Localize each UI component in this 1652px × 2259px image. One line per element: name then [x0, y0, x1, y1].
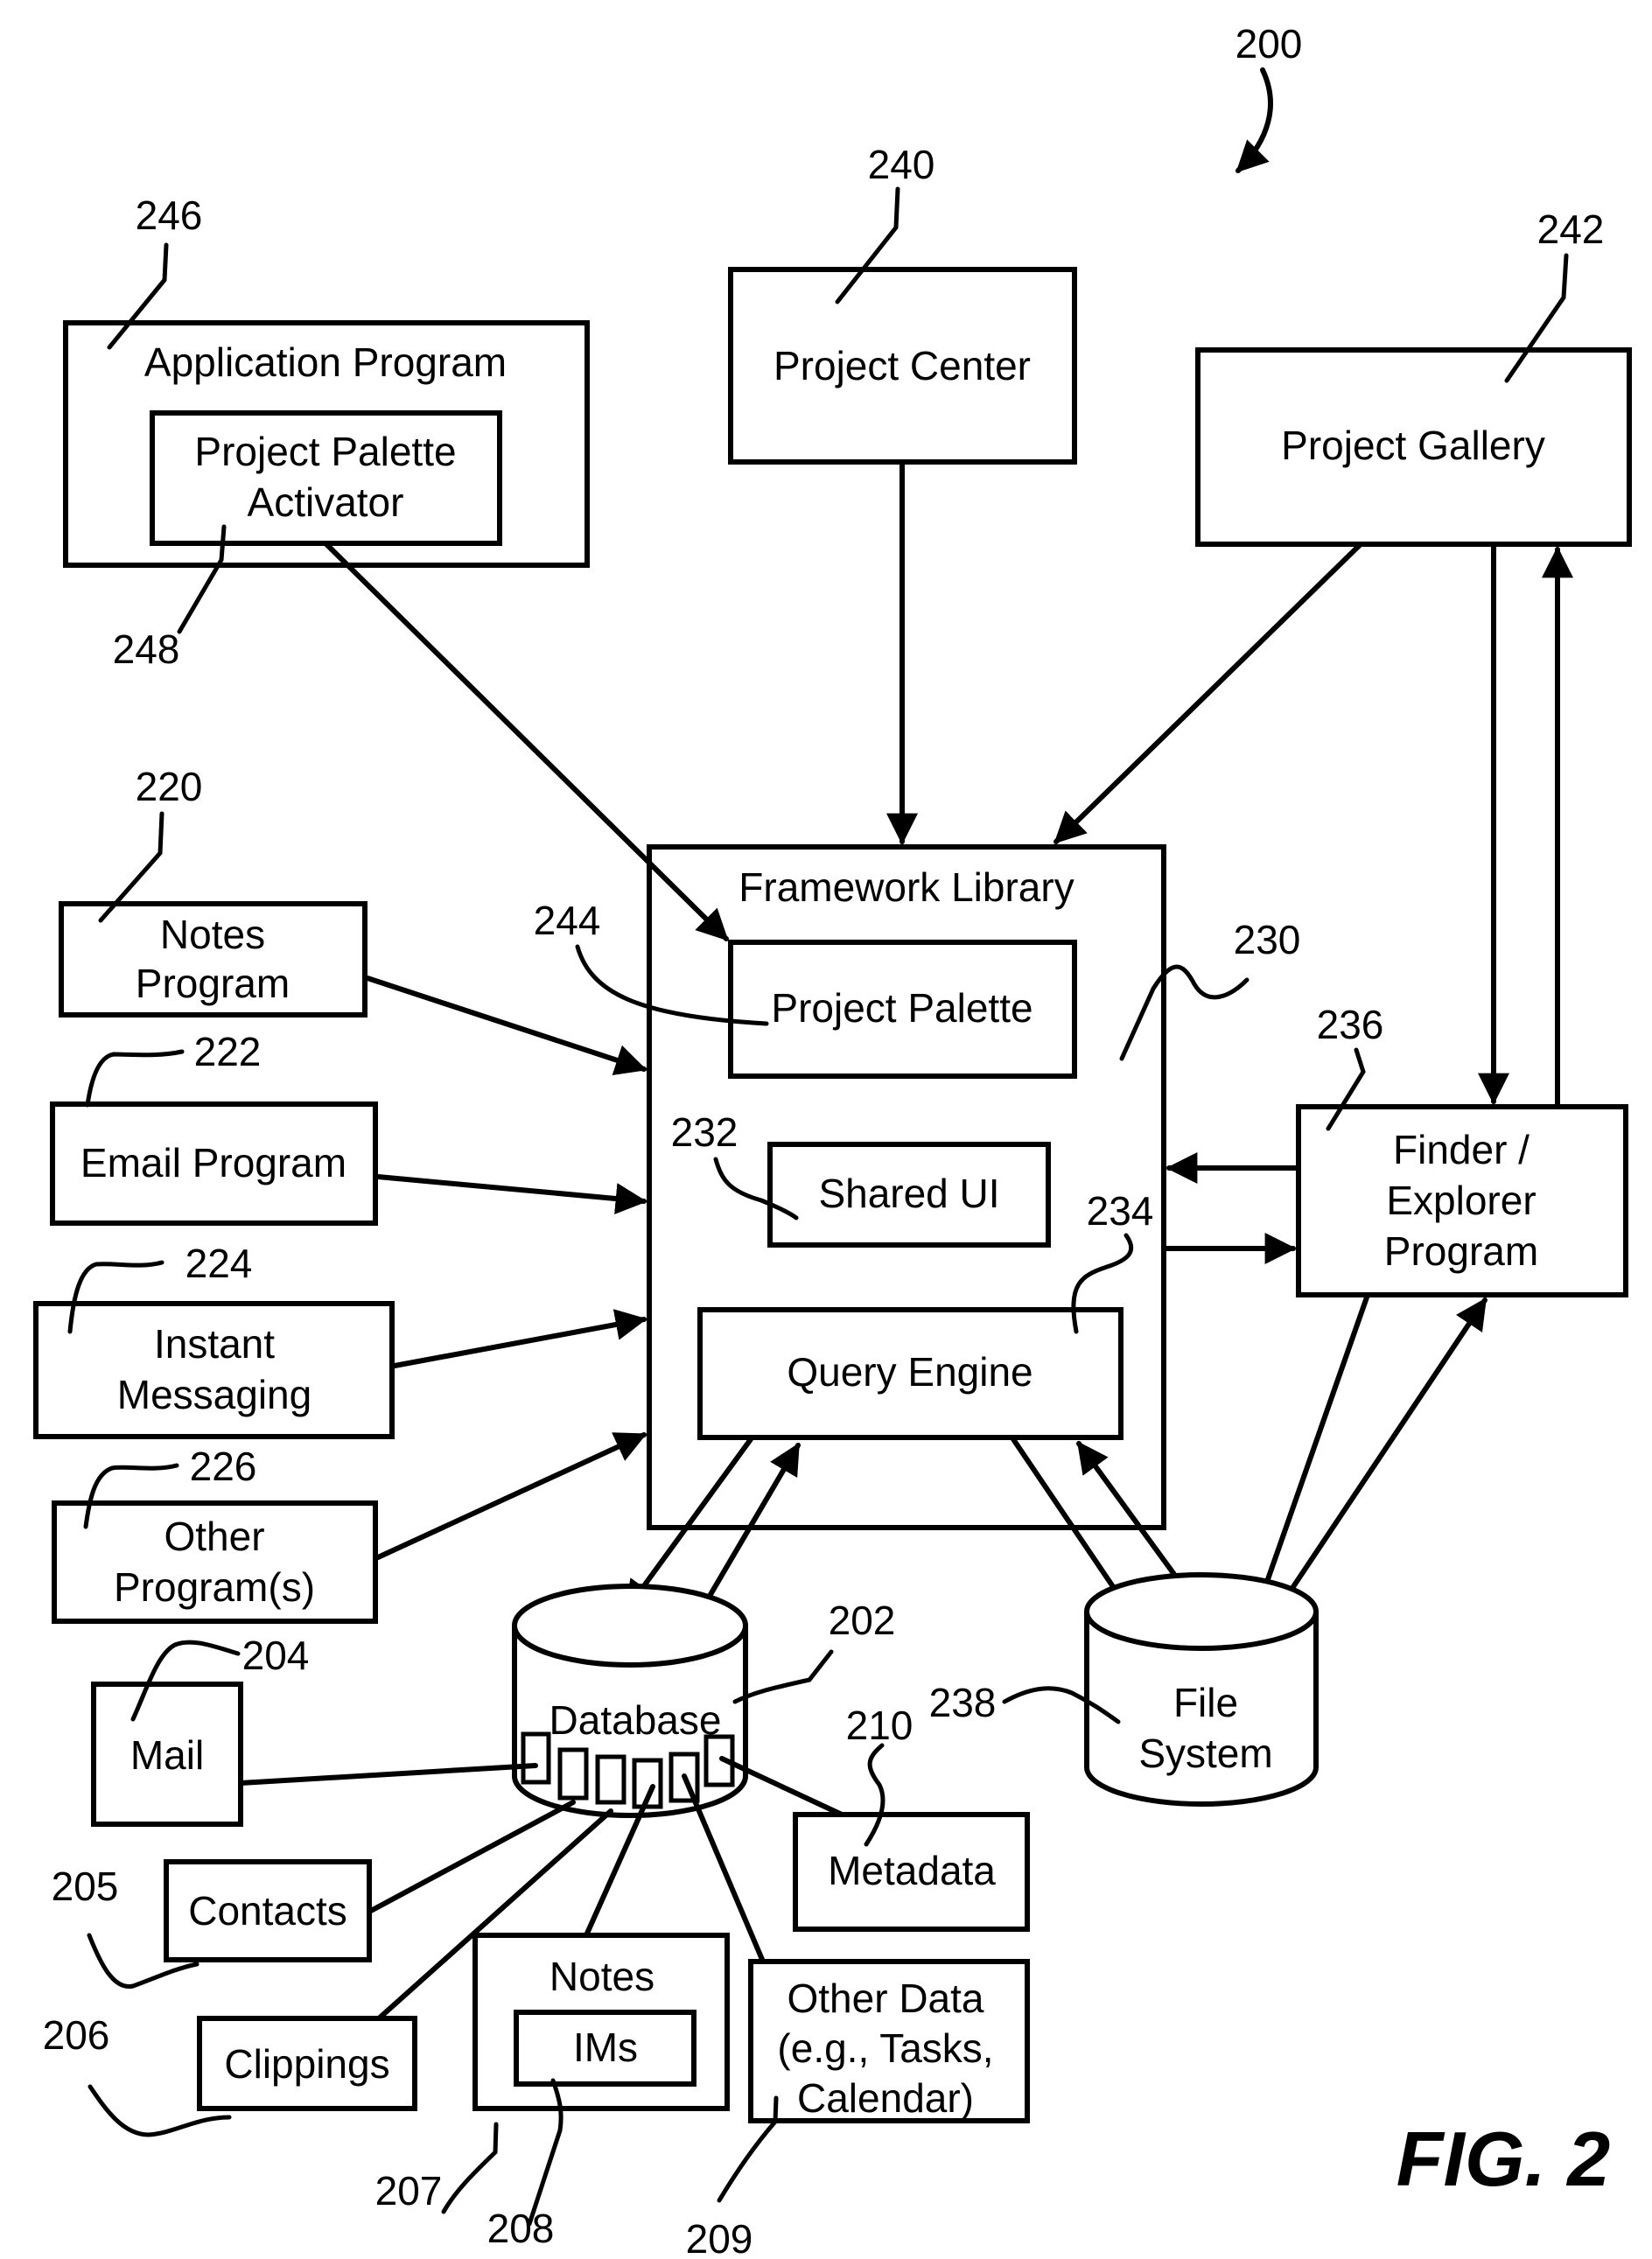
shared-ui-node[interactable]: Shared UI [767, 1142, 1051, 1248]
other-programs-label-line1: Other [164, 1514, 264, 1559]
link-contacts-database [367, 1800, 576, 1914]
email-program-node[interactable]: Email Program [50, 1102, 378, 1226]
ref-label-248: 248 [113, 626, 180, 672]
ref-label-232: 232 [671, 1109, 738, 1155]
clippings-label: Clippings [224, 2041, 389, 2087]
system-ref-200: 200 [1236, 21, 1303, 173]
query-engine-node[interactable]: Query Engine [697, 1307, 1124, 1440]
other-programs-node[interactable]: Other Program(s) [52, 1500, 378, 1624]
ref-label-202: 202 [829, 1598, 896, 1643]
arrow-notes-to-framework [365, 976, 648, 1075]
database-slot-clippings [595, 1754, 626, 1805]
mail-label: Mail [130, 1732, 204, 1778]
system-pointer-arrow [1236, 67, 1273, 173]
notes-program-label-line2: Program [136, 961, 290, 1006]
ref-label-230: 230 [1234, 917, 1301, 962]
project-palette-node[interactable]: Project Palette [728, 940, 1077, 1079]
application-program-label: Application Program [144, 339, 507, 385]
other-data-label-line3: Calendar) [797, 2075, 974, 2121]
arrow-email-to-framework [375, 1174, 648, 1214]
ref-label-207: 207 [375, 2168, 443, 2214]
diagram-canvas: 200 Application Program Project Palette … [33, 21, 1632, 2259]
arrow-filesystem-to-finder [1270, 1297, 1488, 1619]
ref-label-234: 234 [1087, 1188, 1154, 1234]
ref-label-242: 242 [1537, 206, 1605, 252]
database-cylinder-top[interactable] [512, 1584, 748, 1668]
ref-label-244: 244 [534, 898, 601, 943]
finder-explorer-node[interactable]: Finder / Explorer Program [1296, 1104, 1628, 1297]
ref-label-204: 204 [242, 1633, 310, 1678]
database-slot-contacts [557, 1747, 589, 1801]
arrow-other-to-framework [375, 1432, 648, 1560]
project-gallery-label: Project Gallery [1281, 423, 1545, 468]
metadata-node[interactable]: Metadata [793, 1812, 1030, 1932]
leader-207 [441, 2122, 499, 2214]
finder-explorer-label-line3: Program [1384, 1228, 1538, 1274]
instant-messaging-node[interactable]: Instant Messaging [33, 1301, 395, 1439]
other-programs-label-line2: Program(s) [114, 1564, 315, 1610]
metadata-label: Metadata [828, 1848, 996, 1893]
shared-ui-label: Shared UI [818, 1171, 999, 1216]
email-program-label: Email Program [80, 1140, 346, 1185]
ref-label-208: 208 [487, 2206, 555, 2251]
notes-program-node[interactable]: Notes Program [59, 901, 368, 1018]
ref-label-236: 236 [1317, 1002, 1384, 1047]
other-data-node[interactable]: Other Data (e.g., Tasks, Calendar) [748, 1959, 1030, 2123]
file-system-label-line2: System [1138, 1731, 1272, 1776]
other-data-label-line2: (e.g., Tasks, [777, 2025, 993, 2071]
ims-label: IMs [573, 2025, 638, 2070]
notes-data-label: Notes [550, 1954, 654, 1999]
project-gallery-node[interactable]: Project Gallery [1195, 347, 1632, 547]
contacts-node[interactable]: Contacts [164, 1859, 372, 1962]
database-slot-mail [521, 1731, 551, 1785]
other-data-label-line1: Other Data [788, 1976, 984, 2021]
ref-label-226: 226 [190, 1444, 257, 1489]
database-label: Database [550, 1697, 722, 1743]
project-center-node[interactable]: Project Center [728, 267, 1077, 465]
file-system-cylinder-top[interactable] [1084, 1572, 1319, 1651]
clippings-node[interactable]: Clippings [197, 2016, 417, 2111]
ref-label-224: 224 [186, 1241, 253, 1286]
mail-node[interactable]: Mail [91, 1682, 243, 1827]
ref-label-210: 210 [846, 1703, 914, 1748]
query-engine-label: Query Engine [787, 1349, 1032, 1395]
finder-explorer-label-line2: Explorer [1386, 1178, 1536, 1223]
ims-node[interactable]: IMs [514, 2010, 696, 2087]
file-system-label-line1: File [1173, 1680, 1238, 1725]
leader-222 [85, 1049, 185, 1108]
project-palette-activator-label-line1: Project Palette [194, 429, 456, 474]
ref-label-222: 222 [194, 1029, 262, 1074]
contacts-label: Contacts [188, 1888, 347, 1934]
ref-label-246: 246 [136, 192, 203, 238]
ref-label-200: 200 [1236, 21, 1303, 66]
project-center-label: Project Center [774, 343, 1031, 388]
arrow-activator-to-palette [323, 541, 729, 941]
arrow-finder-to-filesystem [1250, 1292, 1370, 1618]
database-node[interactable]: Database [512, 1584, 748, 1818]
ref-label-220: 220 [136, 764, 203, 809]
project-palette-activator-label-line2: Activator [248, 479, 404, 525]
framework-library-label: Framework Library [738, 864, 1074, 910]
ref-label-206: 206 [43, 2012, 110, 2058]
ref-label-240: 240 [868, 142, 935, 187]
link-mail-database [238, 1763, 538, 1786]
instant-messaging-label-line2: Messaging [117, 1372, 312, 1417]
ref-label-238: 238 [929, 1680, 997, 1725]
ref-label-209: 209 [686, 2216, 753, 2259]
project-palette-label: Project Palette [771, 985, 1032, 1031]
project-palette-activator-node[interactable]: Project Palette Activator [150, 410, 502, 546]
ref-label-205: 205 [52, 1864, 119, 1909]
file-system-node[interactable]: File System [1084, 1572, 1319, 1807]
notes-program-label-line1: Notes [160, 912, 265, 957]
arrow-im-to-framework [392, 1309, 648, 1368]
leader-202 [732, 1649, 834, 1704]
finder-explorer-label-line1: Finder / [1393, 1127, 1530, 1172]
instant-messaging-label-line1: Instant [154, 1321, 275, 1367]
arrow-gallery-to-framework [1054, 542, 1363, 844]
figure-label: FIG. 2 [1396, 2116, 1611, 2202]
